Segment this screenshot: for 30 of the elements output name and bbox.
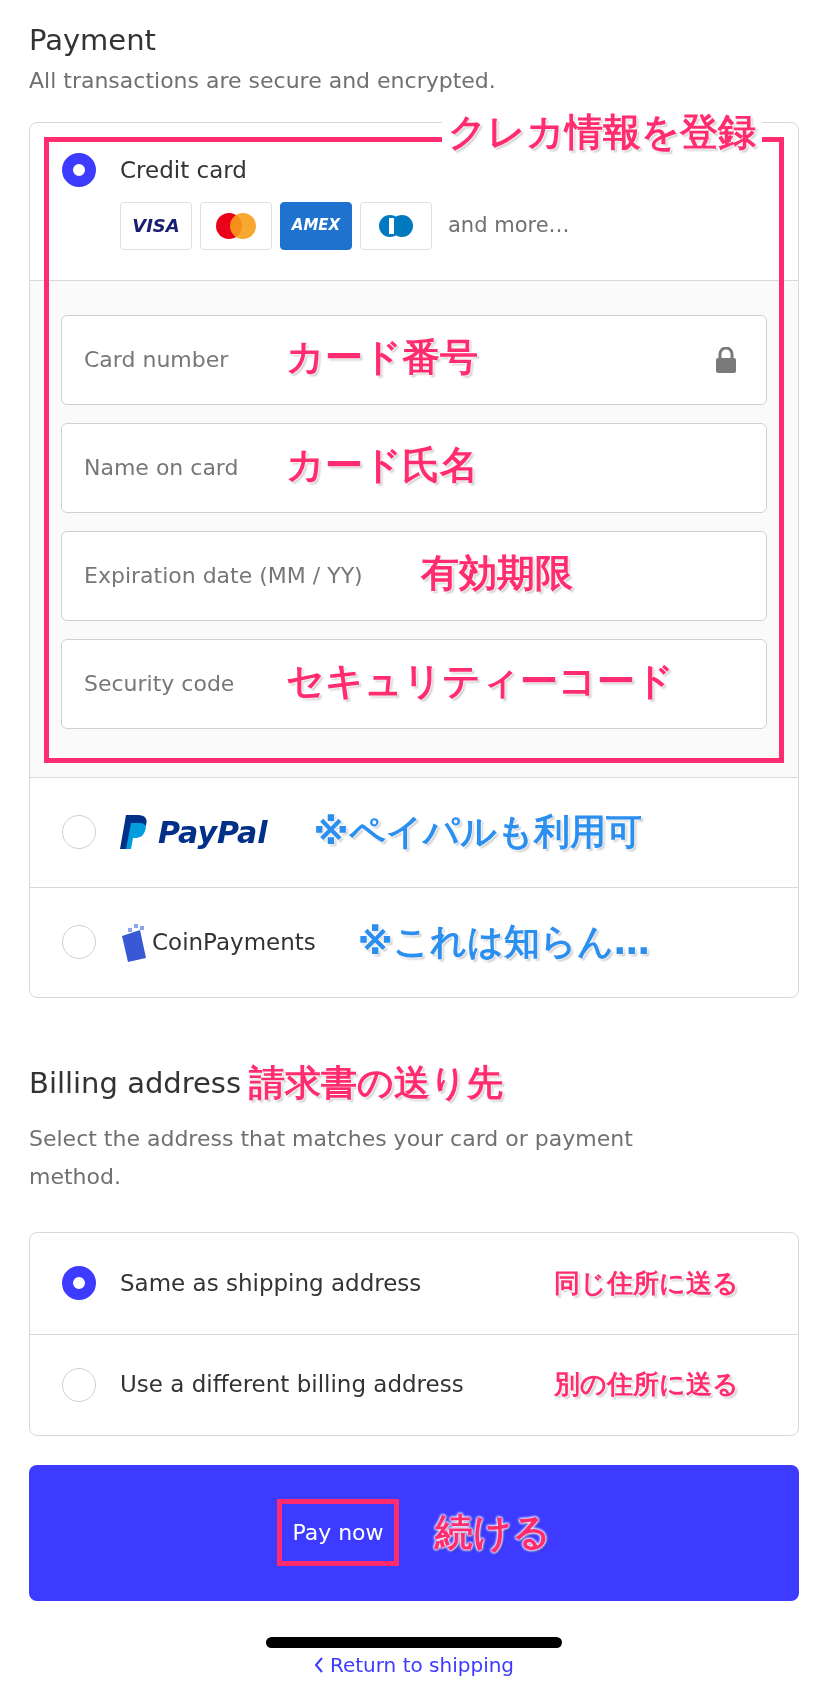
return-link[interactable]: Return to shipping <box>313 1649 515 1680</box>
amex-logo: AMEX <box>291 215 341 237</box>
pay-now-button[interactable]: Pay now <box>277 1499 399 1566</box>
annotation-text: ※ペイパルも利用可 <box>313 810 642 854</box>
annotation-text: 続ける <box>434 1509 551 1556</box>
annotation-text: 別の住所に送る <box>554 1368 739 1401</box>
radio-button[interactable] <box>62 153 96 188</box>
diners-logo <box>376 212 416 239</box>
annotation-text: セキュリティーコード <box>286 657 674 705</box>
annotation-text: カード番号 <box>286 333 478 381</box>
paypal-logo-text: PayPal <box>158 813 268 852</box>
section-subtitle: All transactions are secure and encrypted. <box>29 67 497 95</box>
coinpayments-logo-icon <box>120 922 148 962</box>
address-option-label: Same as shipping address <box>120 1268 423 1298</box>
section-title: Billing address <box>29 1064 242 1102</box>
chevron-left-icon <box>313 1656 324 1673</box>
radio-button[interactable] <box>62 1266 96 1300</box>
more-brands-text: and more… <box>448 211 570 239</box>
visa-logo: VISA <box>132 214 180 238</box>
address-option-label: Use a different billing address <box>120 1370 465 1400</box>
section-title: Payment <box>29 22 157 59</box>
annotation-text: 請求書の送り先 <box>249 1060 504 1105</box>
section-subtitle: Select the address that matches your card or payment method. <box>29 1124 634 1191</box>
annotation-text: カード氏名 <box>286 441 478 489</box>
coinpayments-logo-text: CoinPayments <box>152 927 316 957</box>
annotation-text: 同じ住所に送る <box>554 1266 739 1300</box>
annotation-text: ※これは知らん… <box>357 920 650 964</box>
mastercard-logo <box>213 210 259 241</box>
annotation-text: 有効期限 <box>421 549 573 597</box>
payment-option-label: Credit card <box>120 156 247 185</box>
